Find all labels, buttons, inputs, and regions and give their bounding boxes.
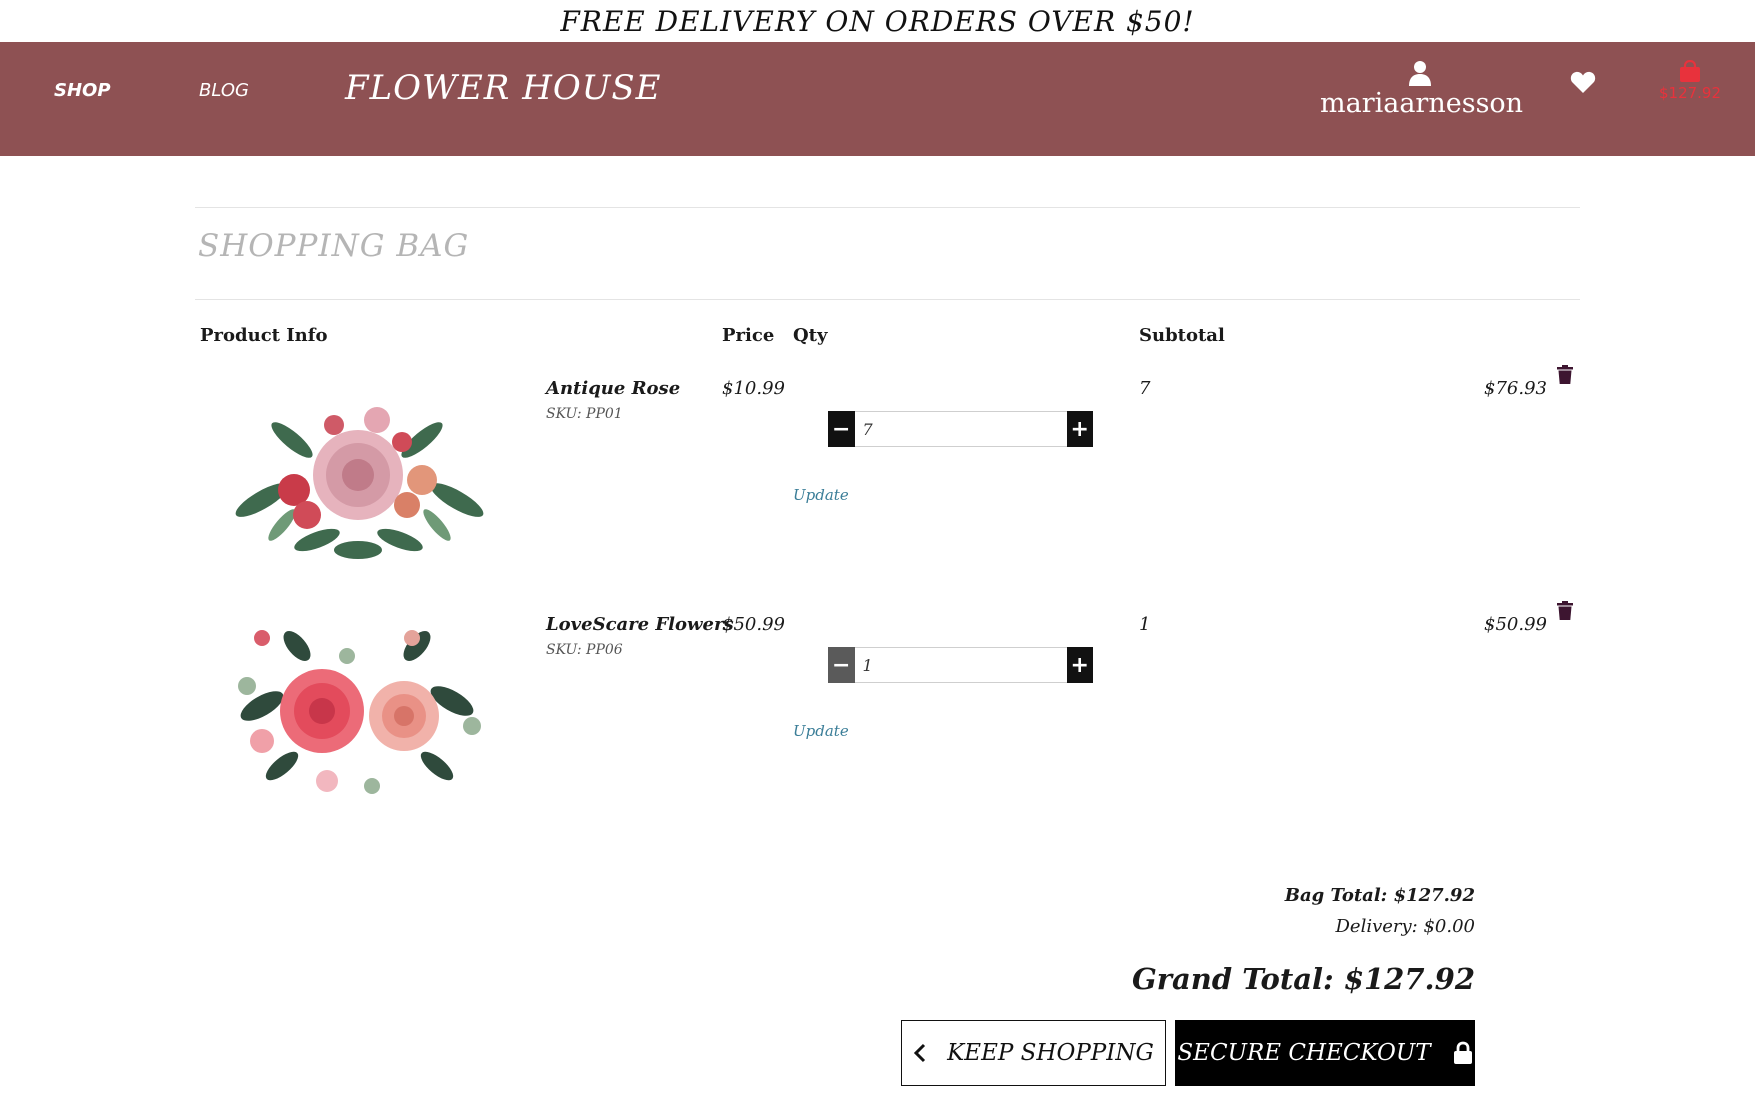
antique-rose-image bbox=[235, 407, 484, 559]
header-qty: Qty bbox=[793, 325, 828, 346]
decrement-button[interactable]: − bbox=[828, 647, 855, 683]
quantity-stepper: − + bbox=[828, 647, 1093, 683]
wishlist-link[interactable] bbox=[1570, 70, 1596, 98]
account-menu[interactable]: mariaarnesson bbox=[1320, 60, 1524, 119]
lovescare-flowers-image bbox=[238, 630, 481, 794]
subtotal-qty: 1 bbox=[1139, 614, 1151, 635]
update-link[interactable]: Update bbox=[793, 722, 849, 740]
bag-total-amount: $127.92 bbox=[1658, 84, 1722, 102]
subtotal-amount: $50.99 bbox=[1484, 614, 1547, 635]
quantity-stepper: − + bbox=[828, 411, 1093, 447]
shopping-bag-link[interactable]: $127.92 bbox=[1655, 60, 1725, 102]
subtotal-qty: 7 bbox=[1139, 378, 1151, 399]
increment-button[interactable]: + bbox=[1066, 411, 1093, 447]
delivery-banner: FREE DELIVERY ON ORDERS OVER $50! bbox=[0, 0, 1755, 42]
account-username: mariaarnesson bbox=[1320, 88, 1524, 119]
product-sku: SKU: PP06 bbox=[546, 642, 623, 658]
subtotal-amount: $76.93 bbox=[1484, 378, 1547, 399]
header-product-info: Product Info bbox=[200, 325, 328, 346]
secure-checkout-button[interactable]: SECURE CHECKOUT bbox=[1175, 1020, 1475, 1086]
product-price: $50.99 bbox=[722, 614, 785, 635]
keep-shopping-label: KEEP SHOPPING bbox=[947, 1040, 1154, 1066]
nav-blog-link[interactable]: BLOG bbox=[199, 80, 249, 101]
main-navbar: SHOP BLOG FLOWER HOUSE mariaarnesson $12… bbox=[0, 42, 1755, 156]
delivery-cost: Delivery: $0.00 bbox=[1335, 916, 1475, 937]
secure-checkout-label: SECURE CHECKOUT bbox=[1177, 1040, 1431, 1066]
trash-icon[interactable] bbox=[1557, 601, 1573, 620]
bag-total: Bag Total: $127.92 bbox=[1284, 885, 1475, 906]
banner-text: FREE DELIVERY ON ORDERS OVER $50! bbox=[560, 4, 1195, 38]
header-price: Price bbox=[722, 325, 775, 346]
page-title: SHOPPING BAG bbox=[198, 228, 470, 264]
product-name[interactable]: Antique Rose bbox=[546, 378, 680, 399]
divider bbox=[195, 207, 1580, 208]
trash-icon[interactable] bbox=[1557, 365, 1573, 384]
lock-icon bbox=[1453, 1041, 1472, 1064]
quantity-input[interactable] bbox=[854, 411, 1067, 447]
grand-total: Grand Total: $127.92 bbox=[1131, 962, 1475, 996]
user-icon bbox=[1409, 61, 1431, 86]
table-row: Antique Rose SKU: PP01 $10.99 − + Update… bbox=[0, 365, 1755, 600]
header-subtotal: Subtotal bbox=[1139, 325, 1225, 346]
update-link[interactable]: Update bbox=[793, 486, 849, 504]
increment-button[interactable]: + bbox=[1066, 647, 1093, 683]
shopping-bag-icon bbox=[1680, 60, 1700, 82]
chevron-left-icon bbox=[913, 1043, 926, 1063]
keep-shopping-button[interactable]: KEEP SHOPPING bbox=[901, 1020, 1166, 1086]
heart-icon bbox=[1570, 71, 1596, 93]
decrement-button[interactable]: − bbox=[828, 411, 855, 447]
quantity-input[interactable] bbox=[854, 647, 1067, 683]
product-price: $10.99 bbox=[722, 378, 785, 399]
site-logo[interactable]: FLOWER HOUSE bbox=[345, 68, 662, 108]
nav-shop-link[interactable]: SHOP bbox=[54, 80, 111, 101]
product-sku: SKU: PP01 bbox=[546, 406, 623, 422]
divider bbox=[195, 299, 1580, 300]
product-name[interactable]: LoveScare Flowers bbox=[546, 614, 734, 635]
table-row: LoveScare Flowers SKU: PP06 $50.99 − + U… bbox=[0, 601, 1755, 836]
